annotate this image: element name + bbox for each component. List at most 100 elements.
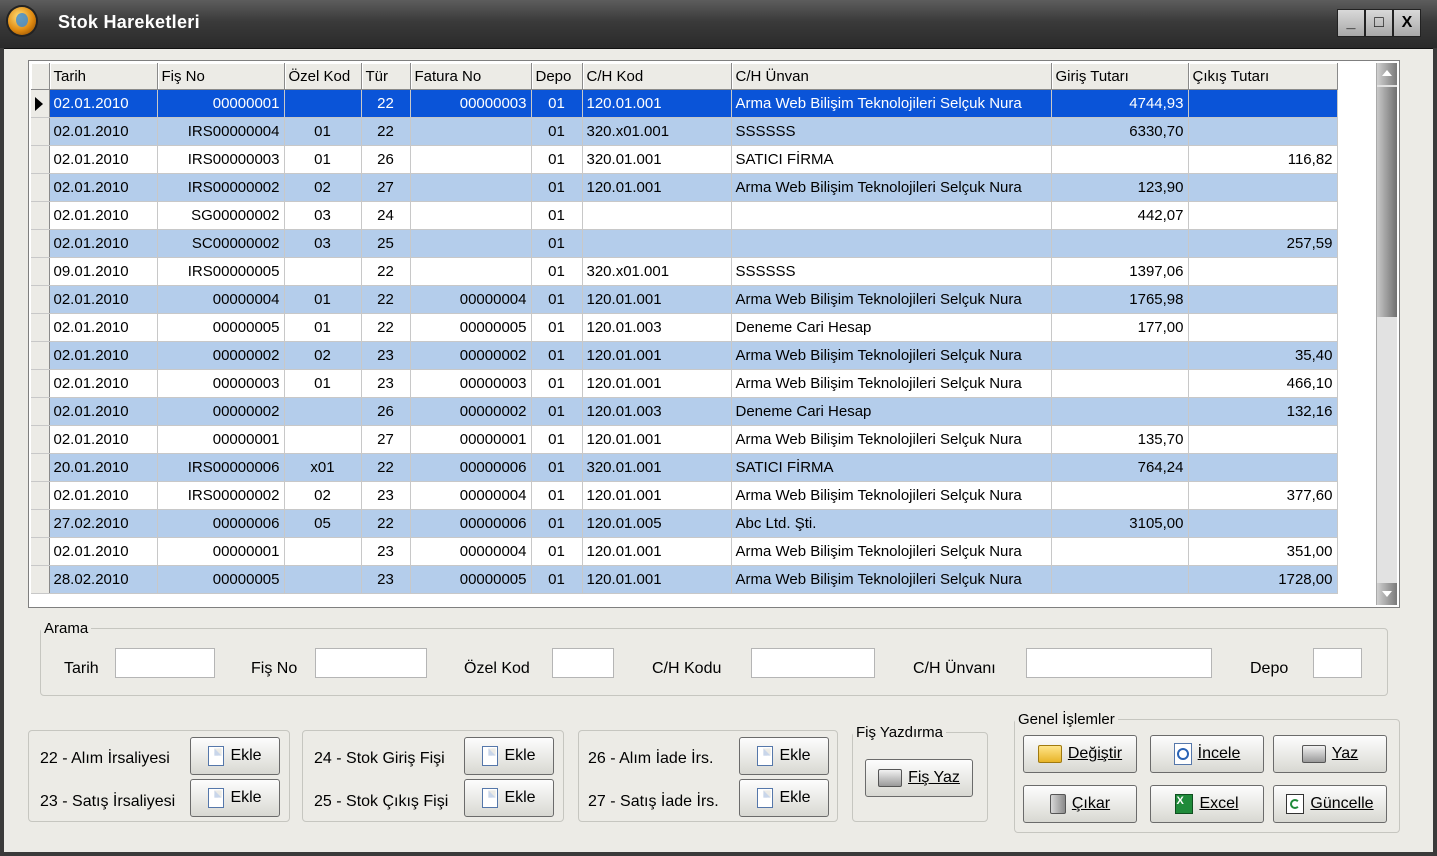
cell-tarih[interactable]: 02.01.2010 bbox=[49, 285, 158, 314]
cell-ch-unvan[interactable]: Arma Web Bilişim Teknolojileri Selçuk Nu… bbox=[731, 341, 1052, 370]
row-indicator[interactable] bbox=[31, 397, 50, 426]
cell-ozel-kod[interactable] bbox=[284, 537, 362, 566]
cell-ozel-kod[interactable] bbox=[284, 425, 362, 454]
cell-ch-unvan[interactable]: Abc Ltd. Şti. bbox=[731, 509, 1052, 538]
cell-tarih[interactable]: 02.01.2010 bbox=[49, 341, 158, 370]
table-row[interactable]: 20.01.2010 IRS00000006 x01 22 00000006 01 320.… bbox=[31, 453, 1338, 482]
cell-cikis-tutari[interactable]: 377,60 bbox=[1188, 481, 1338, 510]
cell-fis-no[interactable]: 00000003 bbox=[157, 369, 285, 398]
maximize-button[interactable]: □ bbox=[1365, 9, 1393, 37]
cell-tarih[interactable]: 02.01.2010 bbox=[49, 229, 158, 258]
row-indicator[interactable] bbox=[31, 257, 50, 286]
cell-tarih[interactable]: 02.01.2010 bbox=[49, 201, 158, 230]
cell-fatura-no[interactable]: 00000002 bbox=[410, 397, 532, 426]
cell-tarih[interactable]: 02.01.2010 bbox=[49, 369, 158, 398]
cell-tur[interactable]: 22 bbox=[361, 453, 411, 482]
table-row[interactable]: 02.01.2010 00000004 01 22 00000004 01 120.01.0… bbox=[31, 285, 1338, 314]
cell-depo[interactable]: 01 bbox=[531, 565, 583, 594]
cell-ozel-kod[interactable]: 05 bbox=[284, 509, 362, 538]
cell-giris-tutari[interactable]: 442,07 bbox=[1051, 201, 1189, 230]
cell-ch-unvan[interactable]: Arma Web Bilişim Teknolojileri Selçuk Nu… bbox=[731, 565, 1052, 594]
cell-fatura-no[interactable] bbox=[410, 145, 532, 174]
cell-ch-kod[interactable]: 120.01.001 bbox=[582, 369, 732, 398]
table-row[interactable]: 02.01.2010 00000003 01 23 00000003 01 120.01.0… bbox=[31, 369, 1338, 398]
cell-depo[interactable]: 01 bbox=[531, 537, 583, 566]
cell-fis-no[interactable]: 00000001 bbox=[157, 425, 285, 454]
cell-tarih[interactable]: 27.02.2010 bbox=[49, 509, 158, 538]
add-stok-cikis-button[interactable]: Ekle bbox=[464, 779, 554, 817]
cell-ch-kod[interactable]: 120.01.001 bbox=[582, 89, 732, 118]
cell-ozel-kod[interactable]: 01 bbox=[284, 369, 362, 398]
table-row[interactable]: 02.01.2010 00000001 27 00000001 01 120.01.001… bbox=[31, 425, 1338, 454]
cell-ozel-kod[interactable] bbox=[284, 397, 362, 426]
cell-fis-no[interactable]: IRS00000004 bbox=[157, 117, 285, 146]
row-indicator[interactable] bbox=[31, 453, 50, 482]
cell-ch-unvan[interactable] bbox=[731, 201, 1052, 230]
yaz-button[interactable]: Yaz bbox=[1273, 735, 1387, 773]
table-row[interactable]: 02.01.2010 IRS00000003 01 26 01 320.01.001 SAT… bbox=[31, 145, 1338, 174]
cell-ozel-kod[interactable]: 03 bbox=[284, 229, 362, 258]
cell-fatura-no[interactable] bbox=[410, 229, 532, 258]
table-row[interactable]: 02.01.2010 00000002 26 00000002 01 120.01.003… bbox=[31, 397, 1338, 426]
cell-tarih[interactable]: 09.01.2010 bbox=[49, 257, 158, 286]
row-indicator[interactable] bbox=[31, 201, 50, 230]
table-row[interactable]: 02.01.2010 00000001 23 00000004 01 120.01.001… bbox=[31, 537, 1338, 566]
col-tur[interactable]: Tür bbox=[361, 63, 411, 90]
tarih-input[interactable] bbox=[115, 648, 215, 678]
cell-depo[interactable]: 01 bbox=[531, 285, 583, 314]
cell-ch-kod[interactable]: 320.01.001 bbox=[582, 145, 732, 174]
cell-fis-no[interactable]: 00000004 bbox=[157, 285, 285, 314]
table-row[interactable]: 02.01.2010 IRS00000004 01 22 01 320.x01.001 SS… bbox=[31, 117, 1338, 146]
cell-ch-unvan[interactable]: Deneme Cari Hesap bbox=[731, 397, 1052, 426]
cell-tur[interactable]: 23 bbox=[361, 369, 411, 398]
col-giris-tutari[interactable]: Giriş Tutarı bbox=[1051, 63, 1189, 90]
cell-tarih[interactable]: 02.01.2010 bbox=[49, 117, 158, 146]
table-row[interactable]: 02.01.2010 00000005 01 22 00000005 01 120.01.0… bbox=[31, 313, 1338, 342]
cell-depo[interactable]: 01 bbox=[531, 313, 583, 342]
add-alim-irsaliyesi-button[interactable]: Ekle bbox=[190, 737, 280, 775]
cell-giris-tutari[interactable] bbox=[1051, 369, 1189, 398]
cell-giris-tutari[interactable]: 135,70 bbox=[1051, 425, 1189, 454]
table-row[interactable]: 02.01.2010 IRS00000002 02 23 00000004 01 120.0… bbox=[31, 481, 1338, 510]
cell-tur[interactable]: 23 bbox=[361, 341, 411, 370]
cell-ozel-kod[interactable] bbox=[284, 565, 362, 594]
add-satis-iade-button[interactable]: Ekle bbox=[739, 779, 829, 817]
cell-ch-unvan[interactable]: Arma Web Bilişim Teknolojileri Selçuk Nu… bbox=[731, 173, 1052, 202]
cell-ch-unvan[interactable]: SSSSSS bbox=[731, 117, 1052, 146]
ozel-kod-input[interactable] bbox=[552, 648, 614, 678]
cell-ch-unvan[interactable]: SATICI FİRMA bbox=[731, 145, 1052, 174]
cell-depo[interactable]: 01 bbox=[531, 229, 583, 258]
cell-ozel-kod[interactable]: 01 bbox=[284, 285, 362, 314]
cell-depo[interactable]: 01 bbox=[531, 481, 583, 510]
cell-giris-tutari[interactable]: 764,24 bbox=[1051, 453, 1189, 482]
cell-ozel-kod[interactable] bbox=[284, 257, 362, 286]
cell-fis-no[interactable]: 00000001 bbox=[157, 89, 285, 118]
cell-tur[interactable]: 22 bbox=[361, 285, 411, 314]
scroll-down-button[interactable] bbox=[1377, 583, 1397, 605]
table-row[interactable]: 09.01.2010 IRS00000005 22 01 320.x01.001 SSSS… bbox=[31, 257, 1338, 286]
table-row[interactable]: 02.01.2010 00000002 02 23 00000002 01 120.01.0… bbox=[31, 341, 1338, 370]
cell-giris-tutari[interactable]: 177,00 bbox=[1051, 313, 1189, 342]
cell-fatura-no[interactable]: 00000006 bbox=[410, 509, 532, 538]
cell-tur[interactable]: 24 bbox=[361, 201, 411, 230]
col-ch-unvan[interactable]: C/H Ünvan bbox=[731, 63, 1052, 90]
cell-cikis-tutari[interactable] bbox=[1188, 173, 1338, 202]
cell-fatura-no[interactable] bbox=[410, 117, 532, 146]
cell-ch-kod[interactable]: 120.01.001 bbox=[582, 565, 732, 594]
cell-ch-unvan[interactable]: Arma Web Bilişim Teknolojileri Selçuk Nu… bbox=[731, 369, 1052, 398]
cell-fatura-no[interactable]: 00000003 bbox=[410, 369, 532, 398]
cell-tur[interactable]: 22 bbox=[361, 509, 411, 538]
table-row[interactable]: 02.01.2010 00000001 22 00000003 01 120.01.001… bbox=[31, 89, 1338, 118]
scroll-thumb[interactable] bbox=[1377, 87, 1397, 317]
cell-fatura-no[interactable]: 00000003 bbox=[410, 89, 532, 118]
cell-ozel-kod[interactable]: 02 bbox=[284, 173, 362, 202]
cell-ozel-kod[interactable]: 03 bbox=[284, 201, 362, 230]
fis-no-input[interactable] bbox=[315, 648, 427, 678]
cell-cikis-tutari[interactable] bbox=[1188, 509, 1338, 538]
cell-fatura-no[interactable] bbox=[410, 257, 532, 286]
cell-fis-no[interactable]: 00000002 bbox=[157, 341, 285, 370]
cell-fatura-no[interactable]: 00000001 bbox=[410, 425, 532, 454]
cell-tur[interactable]: 22 bbox=[361, 313, 411, 342]
cell-fatura-no[interactable]: 00000006 bbox=[410, 453, 532, 482]
table-row[interactable]: 02.01.2010 SC00000002 03 25 01 257,59 bbox=[31, 229, 1338, 258]
